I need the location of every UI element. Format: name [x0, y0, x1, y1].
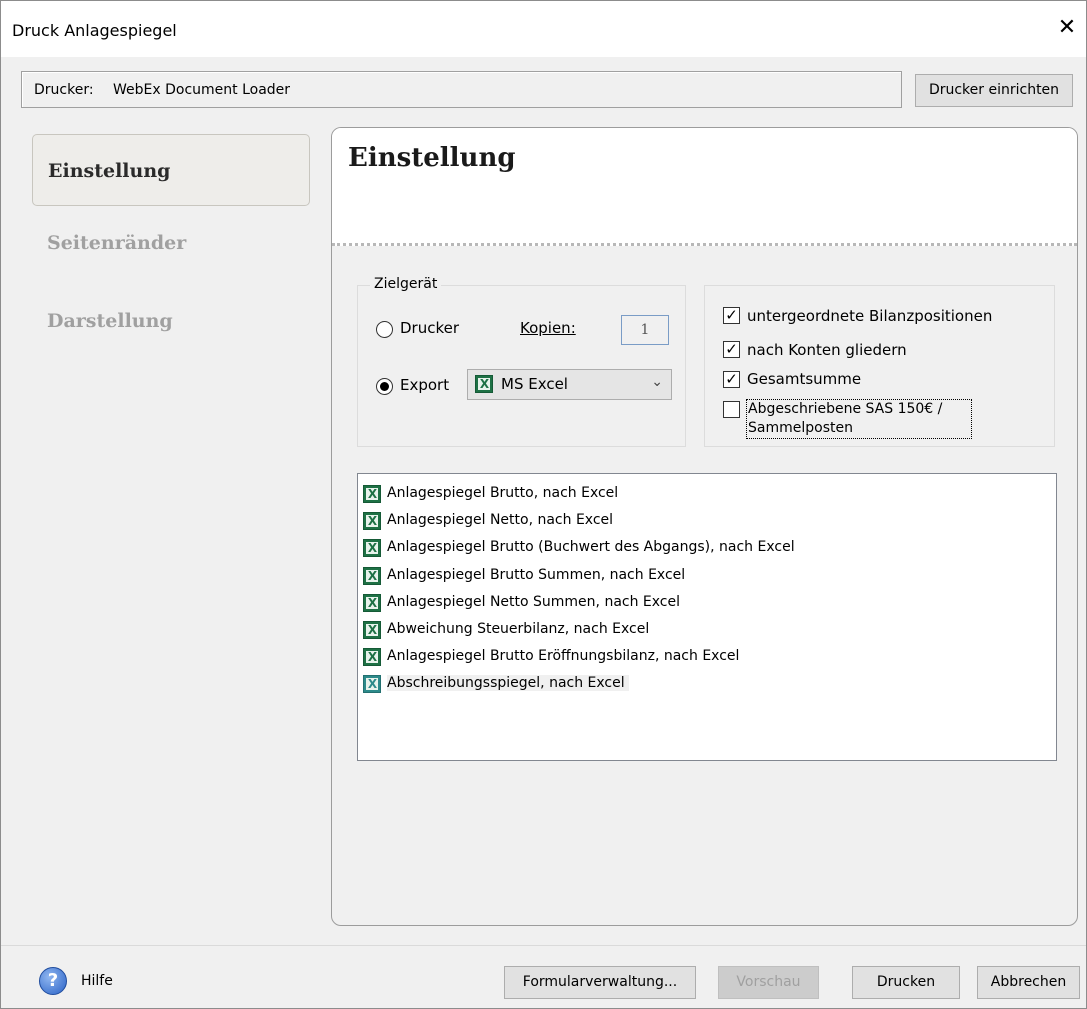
- excel-icon: [363, 539, 381, 557]
- window-title: Druck Anlagespiegel: [12, 21, 177, 40]
- export-format-value: MS Excel: [501, 375, 568, 393]
- excel-icon: [363, 567, 381, 585]
- list-item-label: Abweichung Steuerbilanz, nach Excel: [387, 621, 650, 637]
- checkbox-sas-focus-rect: Abgeschriebene SAS 150€ / Sammelposten: [746, 399, 972, 439]
- excel-icon: [363, 512, 381, 530]
- excel-icon: [363, 594, 381, 612]
- excel-icon: [363, 485, 381, 503]
- chevron-down-icon: ⌄: [651, 374, 663, 390]
- excel-icon: [363, 621, 381, 639]
- print-button[interactable]: Drucken: [852, 966, 960, 999]
- list-item-label: Anlagespiegel Brutto (Buchwert des Abgan…: [387, 539, 795, 555]
- form-manager-button[interactable]: Formularverwaltung...: [504, 966, 696, 999]
- list-item-label: Anlagespiegel Netto, nach Excel: [387, 512, 614, 528]
- checkbox-total-sum[interactable]: ✓: [723, 371, 740, 388]
- checkbox-sas-label-line1: Abgeschriebene SAS 150€ /: [748, 401, 943, 417]
- checkbox-subordinate-positions[interactable]: ✓: [723, 307, 740, 324]
- nav-item-einstellung[interactable]: Einstellung: [32, 134, 310, 206]
- printer-radio[interactable]: [376, 321, 393, 338]
- checkbox-subordinate-positions-label: untergeordnete Bilanzpositionen: [747, 307, 993, 325]
- target-device-legend: Zielgerät: [370, 276, 442, 292]
- excel-icon: [363, 675, 381, 693]
- content-header: Einstellung: [332, 128, 1077, 246]
- checkbox-group-by-accounts[interactable]: ✓: [723, 341, 740, 358]
- export-radio[interactable]: [376, 378, 393, 395]
- printer-display: Drucker: WebEx Document Loader: [21, 71, 902, 108]
- printer-label: Drucker:: [34, 82, 94, 98]
- checkbox-sas-label-line2: Sammelposten: [748, 420, 853, 436]
- preview-button[interactable]: Vorschau: [718, 966, 819, 999]
- list-item-label: Anlagespiegel Netto Summen, nach Excel: [387, 594, 681, 610]
- nav-item-seitenraender[interactable]: Seitenränder: [32, 207, 310, 279]
- checkbox-sas-collective[interactable]: [723, 401, 740, 418]
- help-label[interactable]: Hilfe: [81, 973, 113, 989]
- copies-label: Kopien:: [520, 319, 576, 337]
- list-item-label: Abschreibungsspiegel, nach Excel: [387, 675, 629, 691]
- forms-list[interactable]: Anlagespiegel Brutto, nach Excel Anlages…: [357, 473, 1057, 761]
- page-title: Einstellung: [348, 143, 516, 173]
- print-dialog: Druck Anlagespiegel ✕ Drucker: WebEx Doc…: [0, 0, 1087, 1009]
- footer-divider: [1, 945, 1086, 946]
- checkbox-group-by-accounts-label: nach Konten gliedern: [747, 341, 907, 359]
- list-item-label: Anlagespiegel Brutto Summen, nach Excel: [387, 567, 686, 583]
- list-item-label: Anlagespiegel Brutto, nach Excel: [387, 485, 619, 501]
- nav-item-darstellung[interactable]: Darstellung: [32, 285, 310, 357]
- close-icon[interactable]: ✕: [1054, 15, 1080, 41]
- copies-input[interactable]: 1: [621, 315, 669, 345]
- export-format-select[interactable]: MS Excel ⌄: [467, 369, 672, 400]
- checkbox-total-sum-label: Gesamtsumme: [747, 370, 862, 388]
- cancel-button[interactable]: Abbrechen: [977, 966, 1080, 999]
- list-item-label: Anlagespiegel Brutto Eröffnungsbilanz, n…: [387, 648, 740, 664]
- target-device-group: Zielgerät: [357, 276, 686, 447]
- export-radio-label: Export: [400, 376, 450, 394]
- printer-name: WebEx Document Loader: [113, 82, 291, 98]
- excel-icon: [363, 648, 381, 666]
- excel-icon: [475, 375, 493, 393]
- printer-radio-label: Drucker: [400, 319, 460, 337]
- printer-setup-button[interactable]: Drucker einrichten: [915, 74, 1073, 107]
- help-icon[interactable]: ?: [39, 967, 67, 995]
- title-bar: Druck Anlagespiegel ✕: [1, 1, 1086, 57]
